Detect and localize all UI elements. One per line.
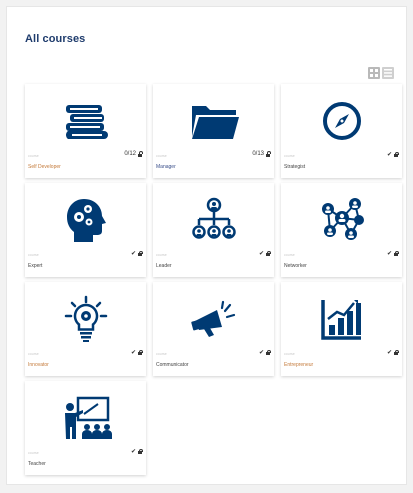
courses-panel: All courses course 0/12 Self Developer c… — [6, 6, 407, 485]
course-category: course — [156, 154, 167, 158]
course-status: 0/13 — [252, 151, 271, 157]
course-category: course — [28, 253, 39, 257]
course-name[interactable]: Manager — [156, 164, 176, 170]
course-category: course — [28, 352, 39, 356]
megaphone-icon — [153, 290, 274, 348]
course-card[interactable]: course 0/13 Manager — [153, 84, 274, 178]
course-name[interactable]: Leader — [156, 263, 172, 269]
check-icon: ✔ — [258, 350, 264, 356]
lock-icon — [266, 250, 271, 256]
check-icon: ✔ — [130, 251, 136, 257]
lock-icon — [138, 349, 143, 355]
lock-icon — [266, 349, 271, 355]
course-name[interactable]: Strategist — [284, 164, 305, 170]
check-icon: ✔ — [258, 251, 264, 257]
course-name[interactable]: Communicator — [156, 362, 189, 368]
course-status: ✔ — [386, 349, 399, 356]
check-icon: ✔ — [130, 449, 136, 455]
course-name[interactable]: Expert — [28, 263, 42, 269]
course-name[interactable]: Teacher — [28, 461, 46, 467]
lock-icon — [394, 250, 399, 256]
folder-icon — [153, 92, 274, 150]
course-status: ✔ — [386, 250, 399, 257]
head-gears-icon — [25, 191, 146, 249]
lightbulb-gear-icon — [25, 290, 146, 348]
lock-icon — [138, 250, 143, 256]
course-status: ✔ — [130, 448, 143, 455]
course-category: course — [156, 253, 167, 257]
course-card[interactable]: course ✔ Innovator — [25, 282, 146, 376]
course-category: course — [28, 154, 39, 158]
progress-count: 0/12 — [124, 151, 136, 157]
course-status: 0/12 — [124, 151, 143, 157]
course-grid: course 0/12 Self Developer course 0/13 M… — [25, 84, 402, 475]
lock-icon — [394, 151, 399, 157]
network-icon — [281, 191, 402, 249]
check-icon: ✔ — [130, 350, 136, 356]
course-category: course — [284, 253, 295, 257]
course-status: ✔ — [258, 349, 271, 356]
check-icon: ✔ — [386, 350, 392, 356]
lock-icon — [394, 349, 399, 355]
course-name[interactable]: Self Developer — [28, 164, 61, 170]
course-category: course — [284, 154, 295, 158]
check-icon: ✔ — [386, 152, 392, 158]
course-card[interactable]: course ✔ Entrepreneur — [281, 282, 402, 376]
compass-icon — [281, 92, 402, 150]
course-status: ✔ — [386, 151, 399, 158]
course-status: ✔ — [130, 349, 143, 356]
course-name[interactable]: Entrepreneur — [284, 362, 313, 368]
course-card[interactable]: course ✔ Leader — [153, 183, 274, 277]
course-card[interactable]: course 0/12 Self Developer — [25, 84, 146, 178]
course-category: course — [284, 352, 295, 356]
course-name[interactable]: Networker — [284, 263, 307, 269]
org-chart-icon — [153, 191, 274, 249]
course-category: course — [156, 352, 167, 356]
lock-icon — [138, 151, 143, 157]
teacher-icon — [25, 389, 146, 447]
check-icon: ✔ — [386, 251, 392, 257]
lock-icon — [138, 448, 143, 454]
course-name[interactable]: Innovator — [28, 362, 49, 368]
grid-view-icon[interactable] — [368, 67, 380, 79]
course-category: course — [28, 451, 39, 455]
course-card[interactable]: course ✔ Expert — [25, 183, 146, 277]
course-card[interactable]: course ✔ Strategist — [281, 84, 402, 178]
list-view-icon[interactable] — [382, 67, 394, 79]
bar-chart-icon — [281, 290, 402, 348]
lock-icon — [266, 151, 271, 157]
course-card[interactable]: course ✔ Communicator — [153, 282, 274, 376]
view-toggle — [368, 67, 394, 79]
books-icon — [25, 92, 146, 150]
course-status: ✔ — [258, 250, 271, 257]
page-title: All courses — [25, 33, 86, 45]
course-card[interactable]: course ✔ Teacher — [25, 381, 146, 475]
course-card[interactable]: course ✔ Networker — [281, 183, 402, 277]
course-status: ✔ — [130, 250, 143, 257]
progress-count: 0/13 — [252, 151, 264, 157]
